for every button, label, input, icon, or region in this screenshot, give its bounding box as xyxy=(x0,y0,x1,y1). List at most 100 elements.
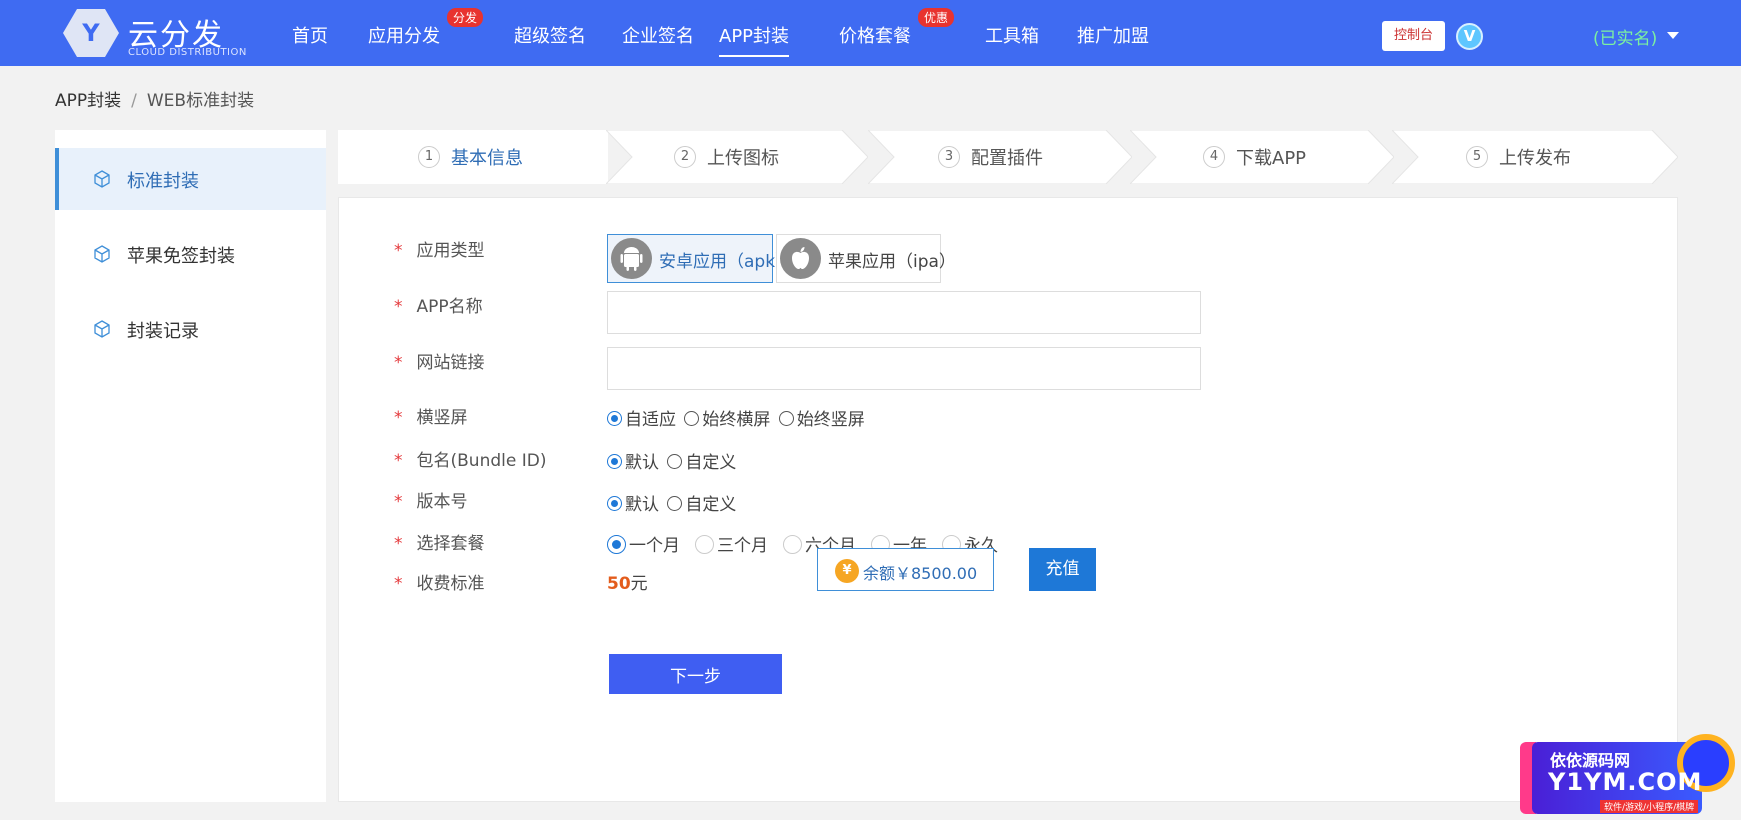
orientation-radio-portrait[interactable] xyxy=(778,411,794,426)
app-type-ios-option[interactable]: 苹果应用（ipa） xyxy=(776,234,956,283)
step-basic-info[interactable]: 1 基本信息 xyxy=(338,130,608,184)
app-name-input[interactable] xyxy=(607,291,1201,334)
fee-amount: 50 xyxy=(607,574,631,594)
orientation-option-label[interactable]: 自适应 xyxy=(625,410,676,430)
nav-pricing[interactable]: 价格套餐 xyxy=(839,22,911,48)
required-mark: * xyxy=(394,492,403,512)
nav-home[interactable]: 首页 xyxy=(292,22,328,48)
step-number: 1 xyxy=(418,146,440,168)
step-upload-icon[interactable]: 2 上传图标 xyxy=(606,130,868,184)
chevron-down-icon[interactable] xyxy=(1667,32,1679,39)
recharge-button[interactable]: 充值 xyxy=(1029,548,1096,591)
vip-v-icon[interactable]: V xyxy=(1456,23,1483,50)
nav-app-wrap[interactable]: APP封装 xyxy=(719,22,790,57)
wizard-steps: 1 基本信息 2 上传图标 3 配置插件 4 下载APP 5 上传发布 xyxy=(338,130,1678,184)
orientation-option-label[interactable]: 始终横屏 xyxy=(702,410,770,430)
breadcrumb: APP封装 / WEB标准封装 xyxy=(55,86,254,111)
nav-badge-distribution: 分发 xyxy=(447,8,484,27)
field-label-orientation: * 横竖屏 xyxy=(394,408,468,428)
nav-affiliate[interactable]: 推广加盟 xyxy=(1077,22,1149,48)
orientation-radio-adaptive[interactable] xyxy=(607,411,622,426)
version-option-label[interactable]: 默认 xyxy=(625,495,659,515)
orientation-radio-landscape[interactable] xyxy=(684,411,700,426)
android-icon xyxy=(611,238,652,279)
nav-toolbox[interactable]: 工具箱 xyxy=(985,22,1039,48)
logo-letter: Y xyxy=(81,19,100,47)
app-type-label: 安卓应用（apk） xyxy=(659,252,793,272)
nav-enterprise-sign[interactable]: 企业签名 xyxy=(622,22,694,48)
required-mark: * xyxy=(394,534,403,554)
form-panel: * 应用类型 安卓应用（apk） 苹果应用（ipa） * APP名称 * 网站链接 *… xyxy=(338,197,1678,802)
sidebar: 标准封装 苹果免签封装 封装记录 xyxy=(55,130,326,802)
sidebar-item-apple-free-sign[interactable]: 苹果免签封装 xyxy=(55,223,326,285)
version-radio-custom[interactable] xyxy=(667,496,683,511)
watermark-tagline: 软件/游戏/小程序/棋牌 xyxy=(1600,800,1699,813)
breadcrumb-parent[interactable]: APP封装 xyxy=(55,91,121,111)
step-number: 4 xyxy=(1203,146,1225,168)
step-label: 配置插件 xyxy=(971,148,1043,169)
required-mark: * xyxy=(394,574,403,594)
nav-badge-discount: 优惠 xyxy=(918,8,955,27)
money-bag-icon: ¥ xyxy=(835,559,859,583)
step-config-plugins[interactable]: 3 配置插件 xyxy=(868,130,1132,184)
version-radio-group: 默认 自定义 xyxy=(607,490,739,515)
bundle-id-radio-default[interactable] xyxy=(607,454,622,469)
balance-text: 余额￥8500.00 xyxy=(863,564,978,583)
field-label-plan: * 选择套餐 xyxy=(394,534,485,554)
cube-icon xyxy=(94,170,110,188)
top-nav-bar: Y 云分发 CLOUD DISTRIBUTION 首页 应用分发 分发 超级签名… xyxy=(0,0,1741,66)
version-radio-default[interactable] xyxy=(607,496,622,511)
sidebar-item-standard-wrap[interactable]: 标准封装 xyxy=(55,148,326,210)
step-number: 5 xyxy=(1466,146,1488,168)
sidebar-item-label: 封装记录 xyxy=(127,321,199,342)
fee-value: 50元 xyxy=(607,569,648,594)
field-label-version: * 版本号 xyxy=(394,492,468,512)
plan-radio[interactable] xyxy=(783,535,802,554)
nav-super-sign[interactable]: 超级签名 xyxy=(514,22,586,48)
bundle-id-option-label[interactable]: 自定义 xyxy=(685,453,736,473)
plan-radio[interactable] xyxy=(607,535,626,554)
step-number: 2 xyxy=(674,146,696,168)
orientation-option-label[interactable]: 始终竖屏 xyxy=(797,410,865,430)
field-label-app-name: * APP名称 xyxy=(394,297,483,317)
version-option-label[interactable]: 自定义 xyxy=(685,495,736,515)
logo-hex-icon: Y xyxy=(63,9,119,57)
plan-option-3-months[interactable]: 三个月 xyxy=(695,531,768,556)
required-mark: * xyxy=(394,297,403,317)
required-mark: * xyxy=(394,408,403,428)
sidebar-item-wrap-records[interactable]: 封装记录 xyxy=(55,298,326,360)
apple-icon xyxy=(780,238,821,279)
bundle-id-radio-custom[interactable] xyxy=(667,454,683,469)
step-label: 上传发布 xyxy=(1499,148,1571,169)
bundle-id-option-label[interactable]: 默认 xyxy=(625,453,659,473)
field-label-bundle-id: * 包名(Bundle ID) xyxy=(394,451,547,471)
app-type-android-option[interactable]: 安卓应用（apk） xyxy=(607,234,792,283)
required-mark: * xyxy=(394,353,403,373)
plan-option-label: 三个月 xyxy=(717,536,768,556)
console-button[interactable]: 控制台 xyxy=(1382,21,1445,51)
field-label-fee: * 收费标准 xyxy=(394,574,485,594)
plan-radio[interactable] xyxy=(695,535,714,554)
required-mark: * xyxy=(394,241,403,261)
breadcrumb-separator: / xyxy=(131,91,137,111)
brand-logo[interactable]: Y 云分发 CLOUD DISTRIBUTION xyxy=(62,7,262,59)
app-type-label: 苹果应用（ipa） xyxy=(828,252,956,272)
step-upload-publish[interactable]: 5 上传发布 xyxy=(1392,130,1678,184)
bundle-id-radio-group: 默认 自定义 xyxy=(607,448,739,473)
step-download-app[interactable]: 4 下载APP xyxy=(1130,130,1394,184)
brand-subtitle: CLOUD DISTRIBUTION xyxy=(128,47,247,58)
site-url-input[interactable] xyxy=(607,347,1201,390)
nav-app-distribution[interactable]: 应用分发 xyxy=(368,22,440,48)
plan-option-1-month[interactable]: 一个月 xyxy=(607,531,680,556)
step-number: 3 xyxy=(938,146,960,168)
field-label-app-type: * 应用类型 xyxy=(394,241,485,261)
cube-icon xyxy=(94,320,110,338)
watermark-domain: Y1YM.COM xyxy=(1548,768,1703,796)
next-step-button[interactable]: 下一步 xyxy=(609,654,782,694)
user-verified-status[interactable]: (已实名) xyxy=(1593,24,1657,49)
fee-unit: 元 xyxy=(630,574,648,594)
orientation-radio-group: 自适应 始终横屏 始终竖屏 xyxy=(607,405,868,430)
cube-icon xyxy=(94,245,110,263)
field-label-site-url: * 网站链接 xyxy=(394,353,485,373)
watermark-logo: 依依源码网 Y1YM.COM 软件/游戏/小程序/棋牌 xyxy=(1520,728,1741,820)
